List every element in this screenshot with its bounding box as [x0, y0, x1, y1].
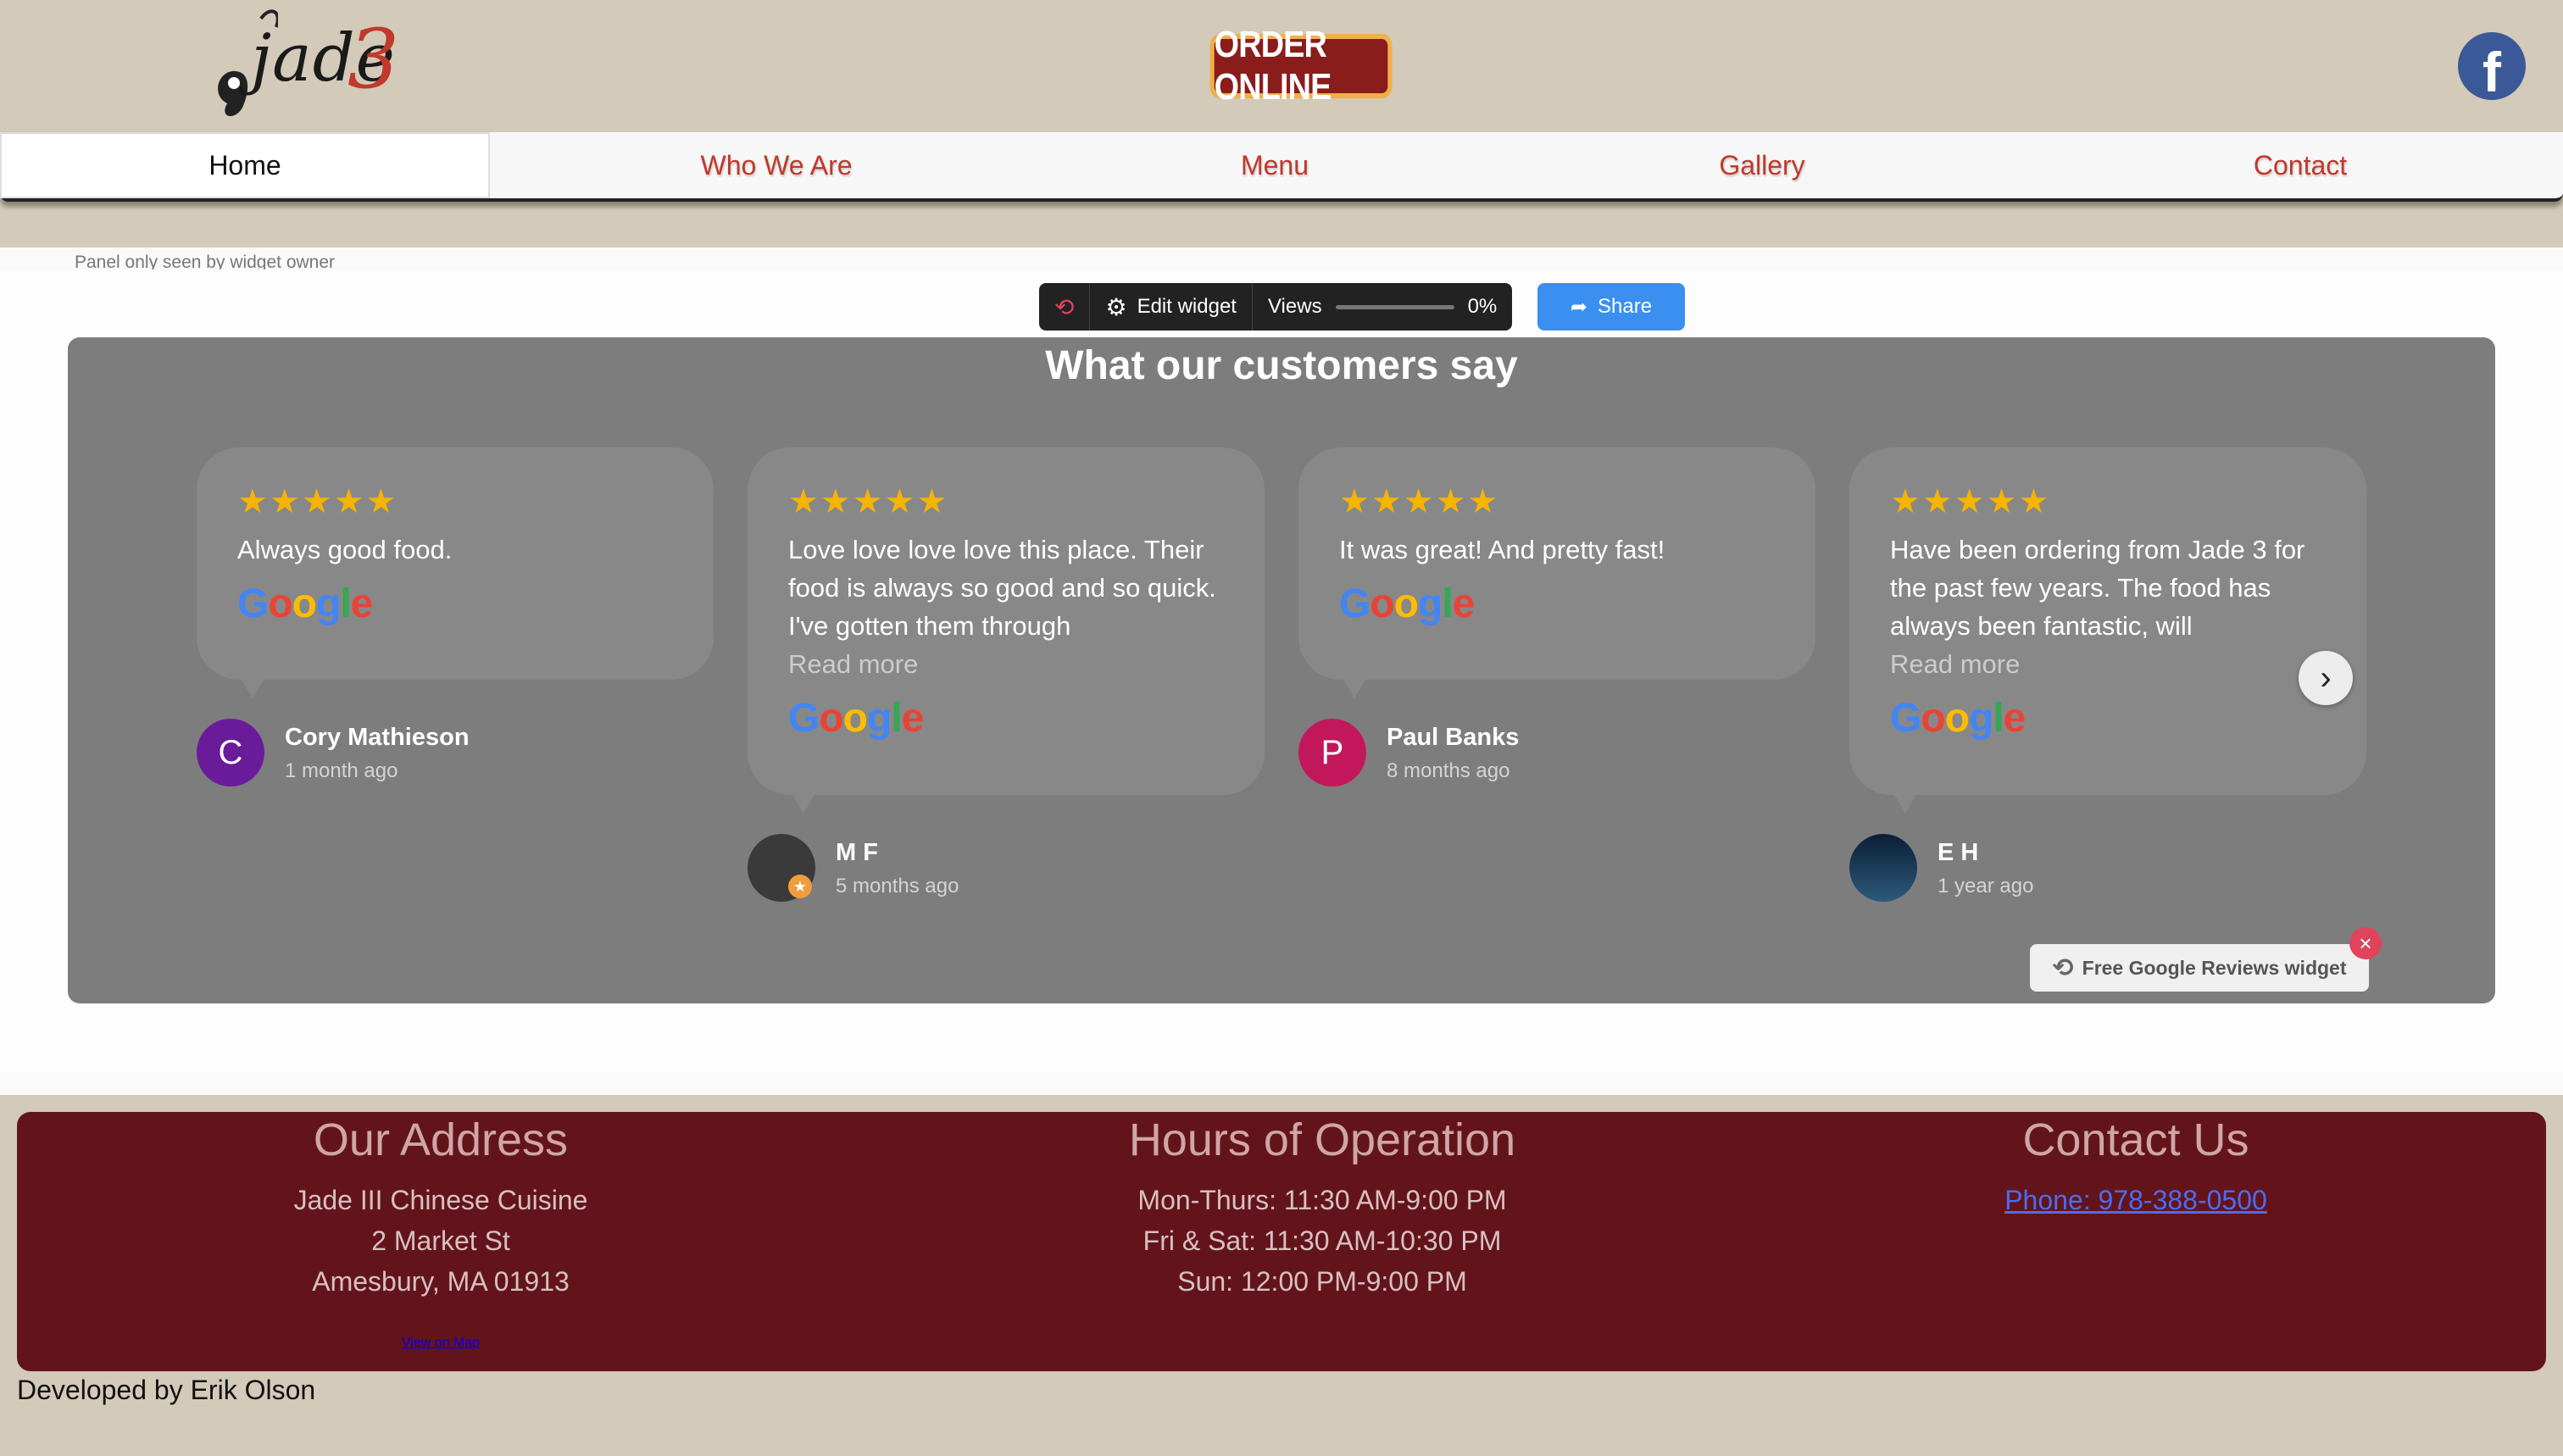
review-text: It was great! And pretty fast! [1339, 535, 1665, 564]
avatar: ★ [748, 834, 815, 902]
avatar [1849, 834, 1917, 902]
widget-toolbar: ⟲ ⚙ Edit widget Views 0% [1039, 283, 1513, 331]
share-icon: ➦ [1570, 295, 1588, 319]
star-rating: ★★★★★ [237, 483, 398, 520]
elfsight-icon: ⟲ [2052, 953, 2074, 982]
review-bubble: ★★★★★ It was great! And pretty fast! Goo… [1298, 447, 1815, 698]
google-logo: Google [1890, 696, 2026, 741]
google-logo: Google [237, 581, 373, 626]
share-label: Share [1598, 295, 1653, 318]
review-time: 1 month ago [285, 759, 398, 782]
reviews-widget: What our customers say ★★★★★ Always good… [68, 337, 2495, 1003]
review-text: Love love love love this place. Their fo… [788, 535, 1216, 641]
jade-3-logo[interactable]: jade 3 [202, 2, 414, 131]
review-card: ★★★★★ Love love love love this place. Th… [748, 447, 1265, 902]
site-footer: Our Address Jade III Chinese Cuisine 2 M… [17, 1112, 2546, 1371]
avatar: P [1298, 719, 1366, 786]
logo-number: 3 [347, 12, 400, 107]
hours-line: Sun: 12:00 PM-9:00 PM [1177, 1266, 1467, 1297]
google-logo: Google [788, 696, 924, 741]
star-rating: ★★★★★ [788, 483, 949, 520]
views-label: Views [1267, 295, 1322, 318]
edit-widget-button[interactable]: ⚙ Edit widget [1090, 283, 1253, 331]
review-text: Have been ordering from Jade 3 for the p… [1890, 535, 2305, 641]
hours-line: Mon-Thurs: 11:30 AM-9:00 PM [1137, 1185, 1507, 1215]
review-time: 5 months ago [836, 875, 959, 897]
nav-gallery[interactable]: Gallery [1487, 132, 2038, 198]
main-nav: Home Who We Are Menu Gallery Contact [0, 132, 2563, 202]
reviewer-name: M F [836, 839, 878, 866]
google-logo: Google [1339, 581, 1475, 626]
reviewer-name: E H [1938, 839, 1979, 866]
widget-logo-button[interactable]: ⟲ [1039, 283, 1091, 331]
contact-heading: Contact Us [2022, 1114, 2249, 1165]
free-reviews-widget-badge[interactable]: ⟲ Free Google Reviews widget [2030, 944, 2369, 992]
read-more-link[interactable]: Read more [1890, 645, 2326, 683]
star-rating: ★★★★★ [1339, 483, 1500, 520]
free-badge-label: Free Google Reviews widget [2082, 956, 2347, 979]
nav-contact[interactable]: Contact [2038, 132, 2563, 198]
facebook-icon[interactable]: f [2458, 32, 2526, 100]
review-time: 1 year ago [1938, 875, 2034, 897]
nav-menu[interactable]: Menu [1063, 132, 1487, 198]
order-online-button[interactable]: ORDER ONLINE [1209, 24, 1393, 108]
views-meter: Views 0% [1253, 283, 1512, 331]
review-bubble: ★★★★★ Have been ordering from Jade 3 for… [1849, 447, 2366, 814]
review-text: Always good food. [237, 535, 453, 564]
reviewer: C Cory Mathieson 1 month ago [197, 719, 714, 786]
local-guide-badge-icon: ★ [788, 875, 812, 898]
phone-link[interactable]: Phone: 978-388-0500 [2004, 1185, 2267, 1215]
map-link-wrap: View on Map [186, 1336, 695, 1351]
address-line: Amesbury, MA 01913 [312, 1266, 570, 1297]
reviewer: P Paul Banks 8 months ago [1298, 719, 1815, 786]
address-line: 2 Market St [371, 1225, 510, 1256]
close-icon[interactable]: × [2349, 927, 2382, 959]
review-time: 8 months ago [1387, 759, 1510, 782]
address-column: Our Address Jade III Chinese Cuisine 2 M… [186, 1112, 695, 1302]
developer-credit: Developed by Erik Olson [17, 1375, 316, 1405]
review-card: ★★★★★ Always good food. Google C Cory Ma… [197, 447, 714, 786]
hours-heading: Hours of Operation [1128, 1114, 1516, 1165]
next-arrow-button[interactable]: › [2299, 651, 2353, 705]
nav-who-we-are[interactable]: Who We Are [490, 132, 1063, 198]
reviewer: ★ M F 5 months ago [748, 834, 1265, 902]
read-more-link[interactable]: Read more [788, 645, 1224, 683]
reviewer: E H 1 year ago [1849, 834, 2366, 902]
elfsight-icon: ⟲ [1054, 293, 1075, 320]
views-percent: 0% [1467, 295, 1498, 318]
review-bubble: ★★★★★ Always good food. Google [197, 447, 714, 698]
site-header: jade 3 ORDER ONLINE f [0, 0, 2563, 132]
hours-column: Hours of Operation Mon-Thurs: 11:30 AM-9… [983, 1112, 1661, 1302]
view-on-map-link[interactable]: View on Map [402, 1336, 480, 1350]
review-card: ★★★★★ Have been ordering from Jade 3 for… [1849, 447, 2366, 902]
nav-home[interactable]: Home [0, 132, 490, 198]
edit-widget-label: Edit widget [1137, 295, 1237, 318]
reviewer-name: Paul Banks [1387, 724, 1520, 751]
star-rating: ★★★★★ [1890, 483, 2051, 520]
share-button[interactable]: ➦ Share [1537, 283, 1685, 331]
hours-line: Fri & Sat: 11:30 AM-10:30 PM [1143, 1225, 1502, 1256]
review-bubble: ★★★★★ Love love love love this place. Th… [748, 447, 1265, 814]
contact-column: Contact Us Phone: 978-388-0500 [1865, 1112, 2407, 1220]
address-line: Jade III Chinese Cuisine [293, 1185, 588, 1215]
views-progress-bar [1335, 304, 1454, 309]
avatar: C [197, 719, 264, 786]
address-heading: Our Address [313, 1114, 569, 1165]
review-card: ★★★★★ It was great! And pretty fast! Goo… [1298, 447, 1815, 786]
gear-icon: ⚙ [1105, 293, 1127, 320]
reviewer-name: Cory Mathieson [285, 724, 470, 751]
reviews-title: What our customers say [1045, 343, 1518, 388]
